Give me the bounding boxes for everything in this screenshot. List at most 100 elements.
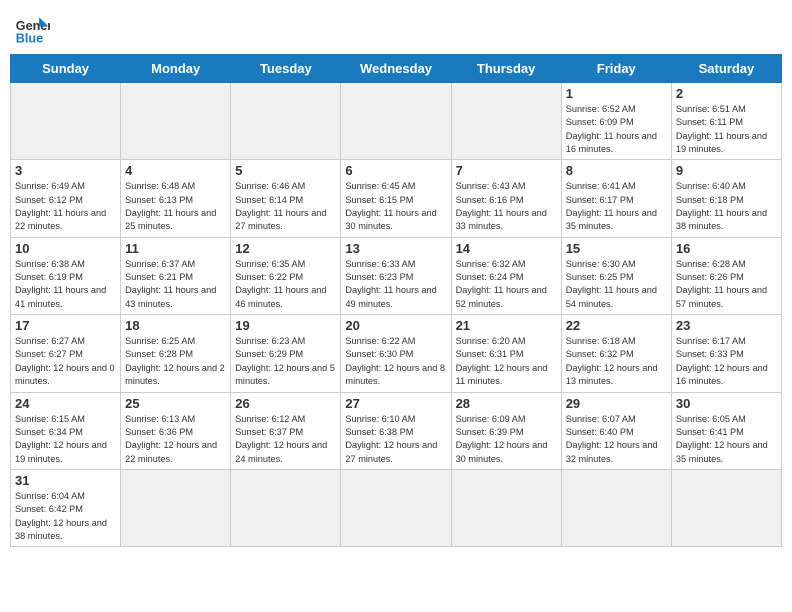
calendar-cell: 24 Sunrise: 6:15 AMSunset: 6:34 PMDayligh…: [11, 392, 121, 469]
weekday-header-friday: Friday: [561, 55, 671, 83]
calendar-cell: [121, 83, 231, 160]
calendar-cell: 9 Sunrise: 6:40 AMSunset: 6:18 PMDaylight…: [671, 160, 781, 237]
day-info: Sunrise: 6:05 AMSunset: 6:41 PMDaylight:…: [676, 413, 777, 466]
calendar-cell: 25 Sunrise: 6:13 AMSunset: 6:36 PMDayligh…: [121, 392, 231, 469]
day-number: 5: [235, 163, 336, 178]
calendar-cell: 7 Sunrise: 6:43 AMSunset: 6:16 PMDaylight…: [451, 160, 561, 237]
day-info: Sunrise: 6:37 AMSunset: 6:21 PMDaylight:…: [125, 258, 226, 311]
calendar-week-row: 1 Sunrise: 6:52 AMSunset: 6:09 PMDaylight…: [11, 83, 782, 160]
weekday-header-monday: Monday: [121, 55, 231, 83]
calendar-cell: [671, 469, 781, 546]
day-number: 1: [566, 86, 667, 101]
calendar-cell: 2Sunrise: 6:51 AMSunset: 6:11 PMDaylight…: [671, 83, 781, 160]
logo-icon: General Blue: [14, 10, 50, 46]
day-number: 12: [235, 241, 336, 256]
day-info: Sunrise: 6:10 AMSunset: 6:38 PMDaylight:…: [345, 413, 446, 466]
day-info: Sunrise: 6:28 AMSunset: 6:26 PMDaylight:…: [676, 258, 777, 311]
day-info: Sunrise: 6:40 AMSunset: 6:18 PMDaylight:…: [676, 180, 777, 233]
day-info: Sunrise: 6:13 AMSunset: 6:36 PMDaylight:…: [125, 413, 226, 466]
logo: General Blue: [14, 10, 50, 46]
day-number: 15: [566, 241, 667, 256]
calendar-table: SundayMondayTuesdayWednesdayThursdayFrid…: [10, 54, 782, 547]
day-number: 6: [345, 163, 446, 178]
calendar-cell: 15 Sunrise: 6:30 AMSunset: 6:25 PMDayligh…: [561, 237, 671, 314]
calendar-cell: 18Sunrise: 6:25 AMSunset: 6:28 PMDayligh…: [121, 315, 231, 392]
calendar-cell: 12 Sunrise: 6:35 AMSunset: 6:22 PMDayligh…: [231, 237, 341, 314]
day-number: 16: [676, 241, 777, 256]
calendar-cell: [231, 469, 341, 546]
weekday-header-sunday: Sunday: [11, 55, 121, 83]
day-number: 30: [676, 396, 777, 411]
weekday-header-thursday: Thursday: [451, 55, 561, 83]
calendar-cell: [341, 469, 451, 546]
day-info: Sunrise: 6:30 AMSunset: 6:25 PMDaylight:…: [566, 258, 667, 311]
day-info: Sunrise: 6:43 AMSunset: 6:16 PMDaylight:…: [456, 180, 557, 233]
day-info: Sunrise: 6:32 AMSunset: 6:24 PMDaylight:…: [456, 258, 557, 311]
calendar-cell: 27Sunrise: 6:10 AMSunset: 6:38 PMDayligh…: [341, 392, 451, 469]
day-number: 21: [456, 318, 557, 333]
day-info: Sunrise: 6:17 AMSunset: 6:33 PMDaylight:…: [676, 335, 777, 388]
calendar-cell: 3Sunrise: 6:49 AMSunset: 6:12 PMDaylight…: [11, 160, 121, 237]
day-number: 31: [15, 473, 116, 488]
calendar-cell: 10 Sunrise: 6:38 AMSunset: 6:19 PMDayligh…: [11, 237, 121, 314]
day-info: Sunrise: 6:22 AMSunset: 6:30 PMDaylight:…: [345, 335, 446, 388]
day-number: 10: [15, 241, 116, 256]
calendar-cell: 14Sunrise: 6:32 AMSunset: 6:24 PMDayligh…: [451, 237, 561, 314]
calendar-week-row: 10 Sunrise: 6:38 AMSunset: 6:19 PMDayligh…: [11, 237, 782, 314]
day-info: Sunrise: 6:52 AMSunset: 6:09 PMDaylight:…: [566, 103, 667, 156]
calendar-cell: [11, 83, 121, 160]
calendar-cell: 28 Sunrise: 6:09 AMSunset: 6:39 PMDayligh…: [451, 392, 561, 469]
calendar-cell: [341, 83, 451, 160]
day-info: Sunrise: 6:23 AMSunset: 6:29 PMDaylight:…: [235, 335, 336, 388]
calendar-cell: 11 Sunrise: 6:37 AMSunset: 6:21 PMDayligh…: [121, 237, 231, 314]
day-number: 7: [456, 163, 557, 178]
day-info: Sunrise: 6:12 AMSunset: 6:37 PMDaylight:…: [235, 413, 336, 466]
calendar-cell: 19Sunrise: 6:23 AMSunset: 6:29 PMDayligh…: [231, 315, 341, 392]
day-number: 26: [235, 396, 336, 411]
calendar-cell: [121, 469, 231, 546]
day-info: Sunrise: 6:04 AMSunset: 6:42 PMDaylight:…: [15, 490, 116, 543]
calendar-cell: [451, 83, 561, 160]
calendar-cell: 30 Sunrise: 6:05 AMSunset: 6:41 PMDayligh…: [671, 392, 781, 469]
day-info: Sunrise: 6:51 AMSunset: 6:11 PMDaylight:…: [676, 103, 777, 156]
day-number: 11: [125, 241, 226, 256]
day-number: 28: [456, 396, 557, 411]
day-number: 22: [566, 318, 667, 333]
day-number: 25: [125, 396, 226, 411]
calendar-cell: [451, 469, 561, 546]
day-info: Sunrise: 6:38 AMSunset: 6:19 PMDaylight:…: [15, 258, 116, 311]
day-info: Sunrise: 6:09 AMSunset: 6:39 PMDaylight:…: [456, 413, 557, 466]
day-number: 17: [15, 318, 116, 333]
day-number: 23: [676, 318, 777, 333]
day-number: 8: [566, 163, 667, 178]
day-info: Sunrise: 6:27 AMSunset: 6:27 PMDaylight:…: [15, 335, 116, 388]
day-info: Sunrise: 6:35 AMSunset: 6:22 PMDaylight:…: [235, 258, 336, 311]
day-number: 4: [125, 163, 226, 178]
day-number: 3: [15, 163, 116, 178]
calendar-cell: 5 Sunrise: 6:46 AMSunset: 6:14 PMDaylight…: [231, 160, 341, 237]
calendar-cell: 8 Sunrise: 6:41 AMSunset: 6:17 PMDaylight…: [561, 160, 671, 237]
weekday-header-row: SundayMondayTuesdayWednesdayThursdayFrid…: [11, 55, 782, 83]
day-number: 13: [345, 241, 446, 256]
calendar-cell: 26 Sunrise: 6:12 AMSunset: 6:37 PMDayligh…: [231, 392, 341, 469]
day-info: Sunrise: 6:45 AMSunset: 6:15 PMDaylight:…: [345, 180, 446, 233]
calendar-cell: 6 Sunrise: 6:45 AMSunset: 6:15 PMDaylight…: [341, 160, 451, 237]
calendar-cell: 22 Sunrise: 6:18 AMSunset: 6:32 PMDayligh…: [561, 315, 671, 392]
calendar-week-row: 17 Sunrise: 6:27 AMSunset: 6:27 PMDayligh…: [11, 315, 782, 392]
calendar-cell: 21Sunrise: 6:20 AMSunset: 6:31 PMDayligh…: [451, 315, 561, 392]
calendar-cell: 20Sunrise: 6:22 AMSunset: 6:30 PMDayligh…: [341, 315, 451, 392]
calendar-cell: 13Sunrise: 6:33 AMSunset: 6:23 PMDayligh…: [341, 237, 451, 314]
day-info: Sunrise: 6:25 AMSunset: 6:28 PMDaylight:…: [125, 335, 226, 388]
day-info: Sunrise: 6:18 AMSunset: 6:32 PMDaylight:…: [566, 335, 667, 388]
day-info: Sunrise: 6:46 AMSunset: 6:14 PMDaylight:…: [235, 180, 336, 233]
calendar-cell: 16 Sunrise: 6:28 AMSunset: 6:26 PMDayligh…: [671, 237, 781, 314]
calendar-cell: 23 Sunrise: 6:17 AMSunset: 6:33 PMDayligh…: [671, 315, 781, 392]
day-number: 24: [15, 396, 116, 411]
day-info: Sunrise: 6:15 AMSunset: 6:34 PMDaylight:…: [15, 413, 116, 466]
calendar-cell: 31 Sunrise: 6:04 AMSunset: 6:42 PMDayligh…: [11, 469, 121, 546]
day-number: 9: [676, 163, 777, 178]
svg-text:Blue: Blue: [16, 31, 43, 45]
calendar-cell: 17 Sunrise: 6:27 AMSunset: 6:27 PMDayligh…: [11, 315, 121, 392]
calendar-week-row: 3Sunrise: 6:49 AMSunset: 6:12 PMDaylight…: [11, 160, 782, 237]
day-info: Sunrise: 6:41 AMSunset: 6:17 PMDaylight:…: [566, 180, 667, 233]
